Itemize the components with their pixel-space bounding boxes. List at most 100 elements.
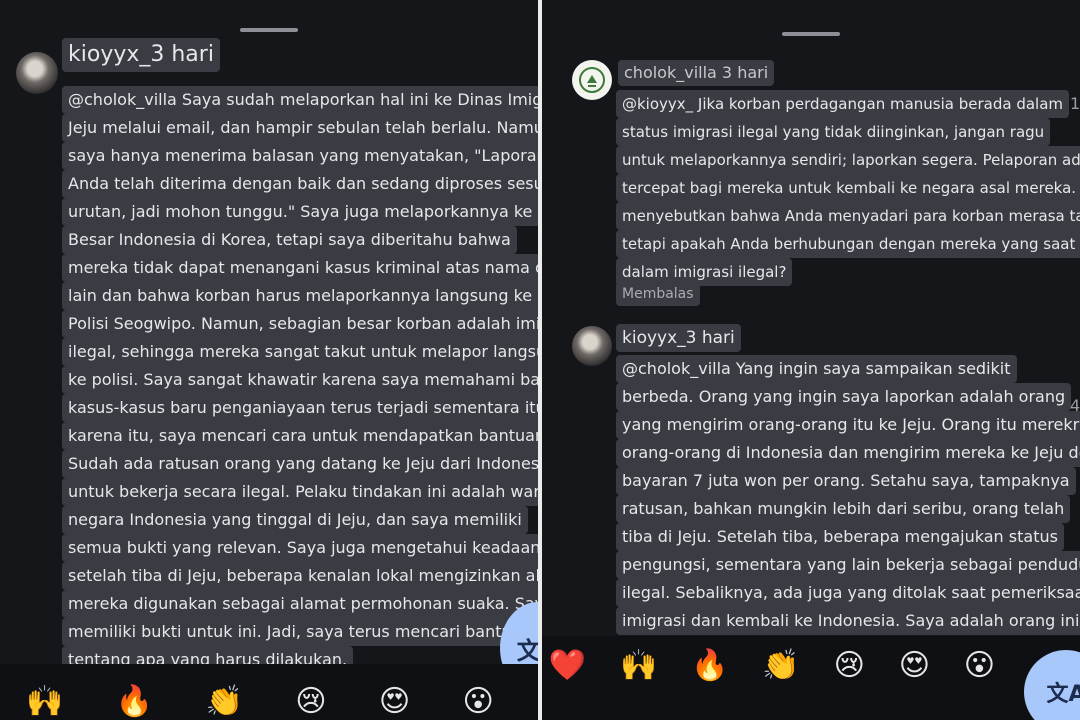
comment-line: mereka tidak dapat menangani kasus krimi… — [62, 254, 538, 282]
comment-line-text: memiliki bukti untuk ini. Jadi, saya ter… — [62, 618, 538, 646]
comment-line-text: ilegal, sehingga mereka sangat takut unt… — [62, 338, 538, 366]
comment-line-text: tercepat bagi mereka untuk kembali ke ne… — [616, 174, 1080, 202]
comment-line-text: untuk bekerja secara ilegal. Pelaku tind… — [62, 478, 538, 506]
comment-line-text: bayaran 7 juta won per orang. Setahu say… — [616, 467, 1076, 495]
comment-line-text: mereka digunakan sebagai alamat permohon… — [62, 590, 538, 618]
comment-line-text: @kioyyx_ Jika korban perdagangan manusia… — [616, 90, 1069, 118]
comment-line: menyebutkan bahwa Anda menyadari para ko… — [616, 202, 1080, 230]
emoji-reaction[interactable]: 👏 — [762, 648, 799, 684]
reply1-header: cholok_villa 3 hari — [618, 60, 775, 88]
comment-line-text: karena itu, saya mencari cara untuk mend… — [62, 422, 538, 450]
comment-line-text: setelah tiba di Jeju, beberapa kenalan l… — [62, 562, 538, 590]
emoji-reaction[interactable]: 😢 — [834, 648, 865, 684]
comment-line-text: urutan, jadi mohon tunggu." Saya juga me… — [62, 198, 538, 226]
comment-line: negara Indonesia yang tinggal di Jeju, d… — [62, 506, 538, 534]
comment-line: orang-orang di Indonesia dan mengirim me… — [616, 439, 1080, 467]
comment-line-text: Polisi Seogwipo. Namun, sebagian besar k… — [62, 310, 538, 338]
comment-line-text: lain dan bahwa korban harus melaporkanny… — [62, 282, 538, 310]
comment-line: berbeda. Orang yang ingin saya laporkan … — [616, 383, 1080, 411]
comment-line-text: ratusan, bahkan mungkin lebih dari serib… — [616, 495, 1071, 523]
emoji-reaction[interactable]: 😮 — [964, 648, 995, 684]
comment-line: tercepat bagi mereka untuk kembali ke ne… — [616, 174, 1080, 202]
comment-line: mereka digunakan sebagai alamat permohon… — [62, 590, 538, 618]
comment-line: karena itu, saya mencari cara untuk mend… — [62, 422, 538, 450]
comment-line: ilegal, sehingga mereka sangat takut unt… — [62, 338, 538, 366]
comment-line-text: menyebutkan bahwa Anda menyadari para ko… — [616, 202, 1080, 230]
comment-line: Sudah ada ratusan orang yang datang ke J… — [62, 450, 538, 478]
reply2-body: @cholok_villa Yang ingin saya sampaikan … — [616, 355, 1080, 635]
comment-line: lain dan bahwa korban harus melaporkanny… — [62, 282, 538, 310]
comment-line: Besar Indonesia di Korea, tetapi saya di… — [62, 226, 538, 254]
side-like-mark[interactable]: 1 — [1070, 94, 1080, 113]
comment-line: tiba di Jeju. Setelah tiba, beberapa men… — [616, 523, 1080, 551]
user-avatar[interactable] — [572, 326, 612, 366]
reply2-header: kioyyx_3 hari — [616, 324, 741, 354]
emoji-reaction[interactable]: 😍 — [379, 684, 410, 720]
comment-line-text: saya hanya menerima balasan yang menyata… — [62, 142, 538, 170]
comment-line: @cholok_villa Yang ingin saya sampaikan … — [616, 355, 1080, 383]
emoji-reaction[interactable]: 🙌 — [26, 684, 63, 720]
reply1-body: @kioyyx_ Jika korban perdagangan manusia… — [616, 90, 1080, 286]
comment-line-text: tetapi apakah Anda berhubungan dengan me… — [616, 230, 1080, 258]
username-time[interactable]: cholok_villa 3 hari — [618, 60, 775, 86]
comment-header: kioyyx_3 hari — [62, 38, 220, 74]
comment-body: @cholok_villa Saya sudah melaporkan hal … — [62, 86, 538, 674]
comment-line: setelah tiba di Jeju, beberapa kenalan l… — [62, 562, 538, 590]
comment-line: ke polisi. Saya sangat khawatir karena s… — [62, 366, 538, 394]
comment-line: ratusan, bahkan mungkin lebih dari serib… — [616, 495, 1080, 523]
user-avatar[interactable] — [16, 52, 58, 94]
comment-line: Anda telah diterima dengan baik dan seda… — [62, 170, 538, 198]
comment-line-text: untuk melaporkannya sendiri; laporkan se… — [616, 146, 1080, 174]
comment-line-text: yang mengirim orang-orang itu ke Jeju. O… — [616, 411, 1080, 439]
emoji-reaction[interactable]: ❤️ — [549, 648, 586, 684]
emoji-reaction[interactable]: 😍 — [899, 648, 930, 684]
comment-line: status imigrasi ilegal yang tidak diingi… — [616, 118, 1080, 146]
comment-line: kasus-kasus baru penganiayaan terus terj… — [62, 394, 538, 422]
comment-line: Jeju melalui email, dan hampir sebulan t… — [62, 114, 538, 142]
comment-line: @kioyyx_ Jika korban perdagangan manusia… — [616, 90, 1080, 118]
reply-button[interactable]: Membalas — [616, 282, 700, 306]
translate-icon: 文A — [1046, 682, 1080, 707]
comment-line: ilegal. Sebaliknya, ada juga yang ditola… — [616, 579, 1080, 607]
comment-line-text: semua bukti yang relevan. Saya juga meng… — [62, 534, 538, 562]
comment-line-text: pengungsi, sementara yang lain bekerja s… — [616, 551, 1080, 579]
comment-line: pengungsi, sementara yang lain bekerja s… — [616, 551, 1080, 579]
right-screenshot-panel: cholok_villa 3 hari @kioyyx_ Jika korban… — [542, 0, 1080, 720]
villa-avatar[interactable] — [572, 60, 612, 100]
emoji-reaction-bar: ❤️ 🙌 🔥 👏 😢 😍 😮 — [542, 648, 1012, 684]
username-time[interactable]: kioyyx_3 hari — [62, 38, 220, 72]
comment-line-text: Jeju melalui email, dan hampir sebulan t… — [62, 114, 538, 142]
comment-line: memiliki bukti untuk ini. Jadi, saya ter… — [62, 618, 538, 646]
left-screenshot-panel: kioyyx_3 hari @cholok_villa Saya sudah m… — [0, 0, 538, 720]
comment-line: Polisi Seogwipo. Namun, sebagian besar k… — [62, 310, 538, 338]
villa-logo-icon — [579, 67, 605, 93]
comment-line-text: orang-orang di Indonesia dan mengirim me… — [616, 439, 1080, 467]
emoji-reaction[interactable]: 😢 — [295, 684, 326, 720]
comment-line: imigrasi dan kembali ke Indonesia. Saya … — [616, 607, 1080, 635]
comment-line: bayaran 7 juta won per orang. Setahu say… — [616, 467, 1080, 495]
comment-line-text: ke polisi. Saya sangat khawatir karena s… — [62, 366, 538, 394]
comment-line-text: negara Indonesia yang tinggal di Jeju, d… — [62, 506, 528, 534]
comment-line-text: Besar Indonesia di Korea, tetapi saya di… — [62, 226, 517, 254]
comment-line-text: ilegal. Sebaliknya, ada juga yang ditola… — [616, 579, 1080, 607]
comment-line-text: kasus-kasus baru penganiayaan terus terj… — [62, 394, 538, 422]
emoji-reaction-bar: 🙌 🔥 👏 😢 😍 😮 — [0, 684, 520, 720]
comment-line-text: @cholok_villa Yang ingin saya sampaikan … — [616, 355, 1017, 383]
emoji-reaction[interactable]: 😮 — [463, 684, 494, 720]
username-time[interactable]: kioyyx_3 hari — [616, 324, 741, 352]
side-like-mark[interactable]: 4 — [1070, 396, 1080, 415]
comment-line-text: imigrasi dan kembali ke Indonesia. Saya … — [616, 607, 1080, 635]
emoji-reaction[interactable]: 🙌 — [620, 648, 657, 684]
comment-line: tetapi apakah Anda berhubungan dengan me… — [616, 230, 1080, 258]
emoji-reaction[interactable]: 🔥 — [116, 684, 153, 720]
comment-line: saya hanya menerima balasan yang menyata… — [62, 142, 538, 170]
comment-line-text: Anda telah diterima dengan baik dan seda… — [62, 170, 538, 198]
comment-line-text: mereka tidak dapat menangani kasus krimi… — [62, 254, 538, 282]
sheet-drag-handle[interactable] — [240, 28, 298, 32]
sheet-drag-handle[interactable] — [782, 32, 840, 36]
emoji-reaction[interactable]: 🔥 — [691, 648, 728, 684]
comment-line: untuk bekerja secara ilegal. Pelaku tind… — [62, 478, 538, 506]
emoji-reaction[interactable]: 👏 — [206, 684, 243, 720]
comment-line-text: status imigrasi ilegal yang tidak diingi… — [616, 118, 1051, 146]
comment-line-text: Sudah ada ratusan orang yang datang ke J… — [62, 450, 538, 478]
